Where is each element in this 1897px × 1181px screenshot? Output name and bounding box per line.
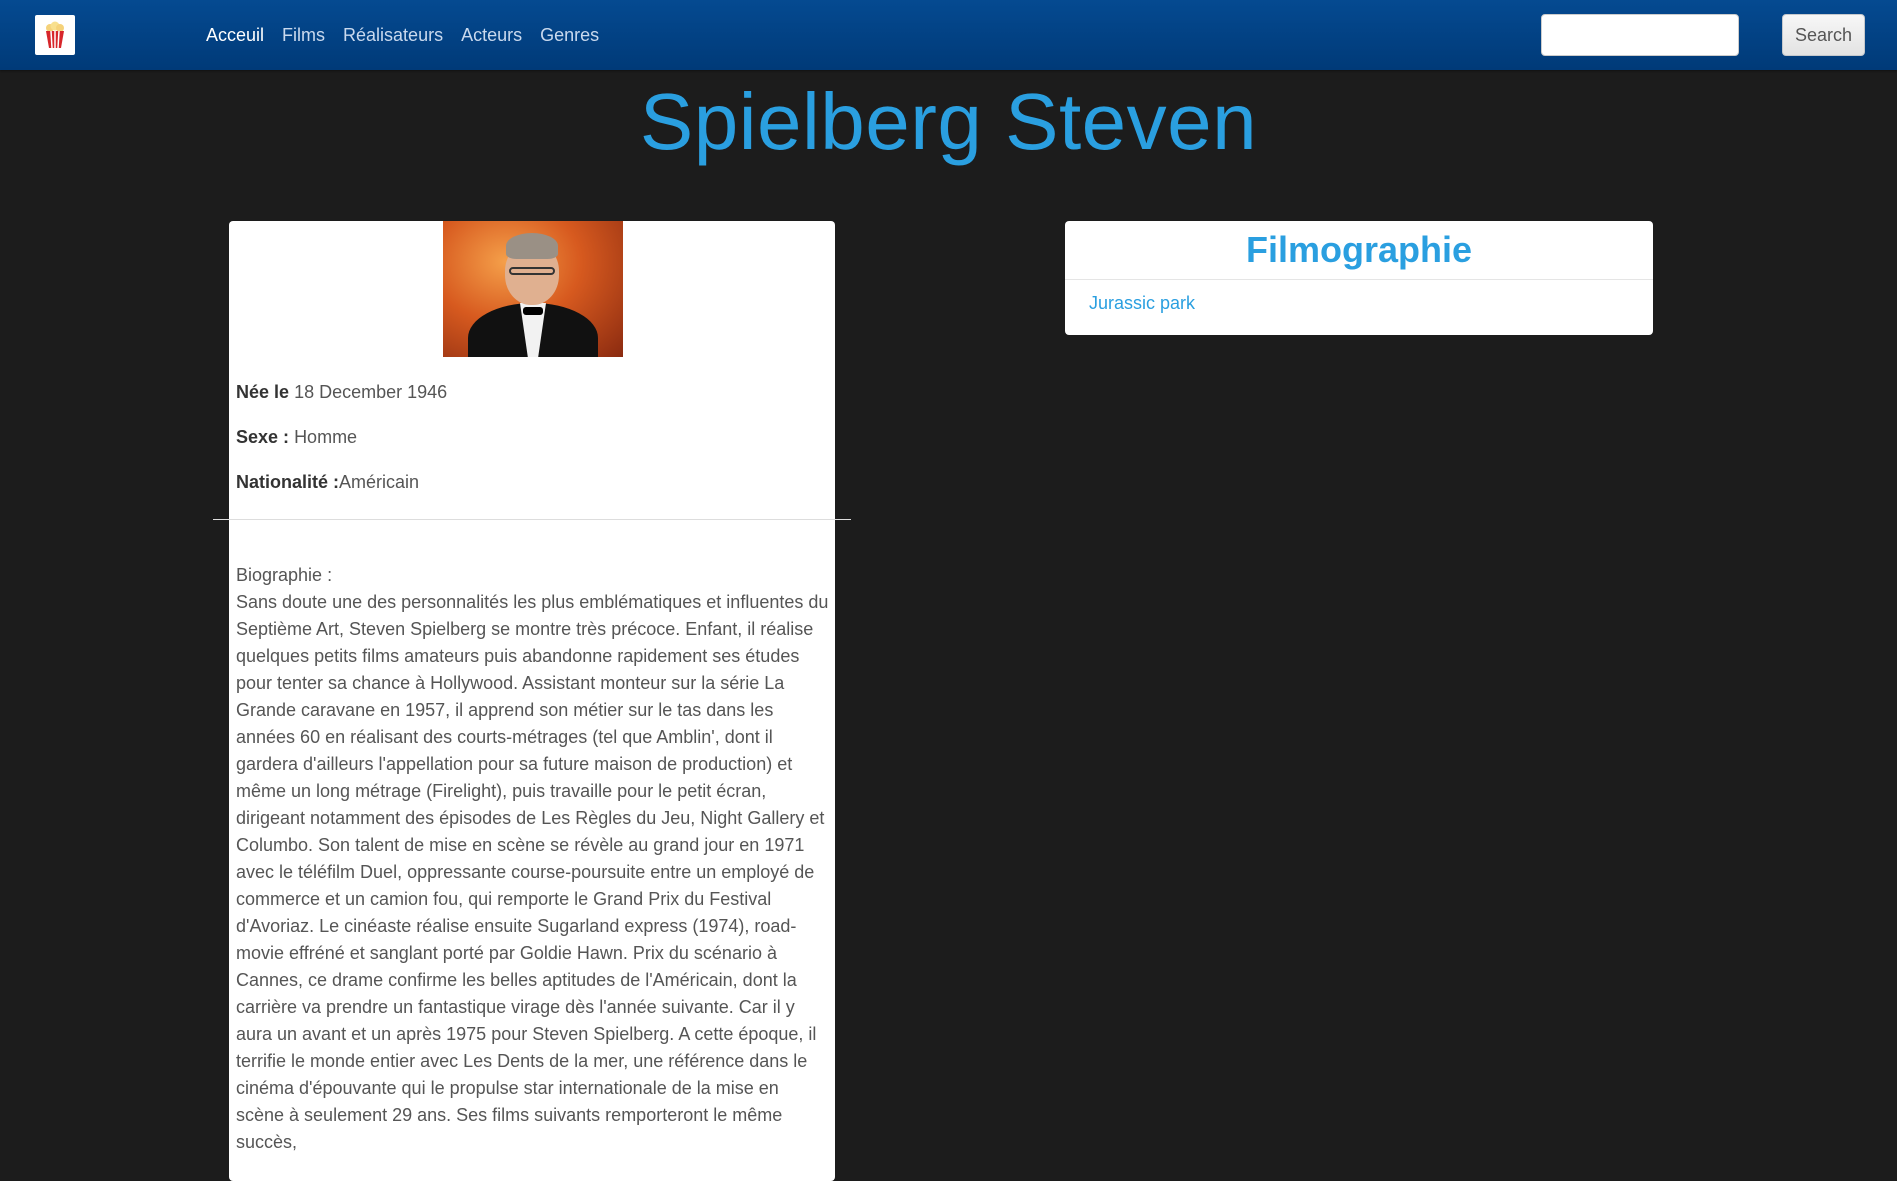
brand-logo[interactable] xyxy=(35,15,75,55)
nav-link-realisateurs[interactable]: Réalisateurs xyxy=(334,25,452,46)
sex-value: Homme xyxy=(294,427,358,447)
nav-menu: Acceuil Films Réalisateurs Acteurs Genre… xyxy=(197,0,608,70)
filmography-title: Filmographie xyxy=(1065,221,1653,280)
film-link[interactable]: Jurassic park xyxy=(1089,293,1195,314)
bio-label: Biographie : xyxy=(236,565,333,585)
nav-link-acteurs[interactable]: Acteurs xyxy=(452,25,531,46)
director-photo xyxy=(443,221,623,357)
birth-date-line: Née le 18 December 1946 xyxy=(236,382,447,403)
nationality-label: Nationalité : xyxy=(236,472,340,492)
search-input[interactable] xyxy=(1541,14,1739,56)
profile-card: Née le 18 December 1946 Sexe : Homme Nat… xyxy=(229,221,835,1181)
sex-label: Sexe : xyxy=(236,427,290,447)
sex-line: Sexe : Homme xyxy=(236,427,357,448)
bio-text: Sans doute une des personnalités les plu… xyxy=(236,592,829,1152)
nav-link-accueil[interactable]: Acceuil xyxy=(197,25,273,46)
page-title: Spielberg Steven xyxy=(639,77,1258,166)
navbar: Acceuil Films Réalisateurs Acteurs Genre… xyxy=(0,0,1897,70)
search-button[interactable]: Search xyxy=(1782,14,1865,56)
section-divider xyxy=(213,519,851,520)
birth-label: Née le xyxy=(236,382,290,402)
filmography-card: Filmographie Jurassic park xyxy=(1065,221,1653,335)
nationality-line: Nationalité :Américain xyxy=(236,472,419,493)
nationality-value: Américain xyxy=(339,472,420,492)
nav-link-genres[interactable]: Genres xyxy=(531,25,608,46)
popcorn-icon xyxy=(46,21,64,49)
nav-link-films[interactable]: Films xyxy=(273,25,334,46)
biography: Biographie : Sans doute une des personna… xyxy=(236,562,830,1156)
birth-value: 18 December 1946 xyxy=(294,382,448,402)
